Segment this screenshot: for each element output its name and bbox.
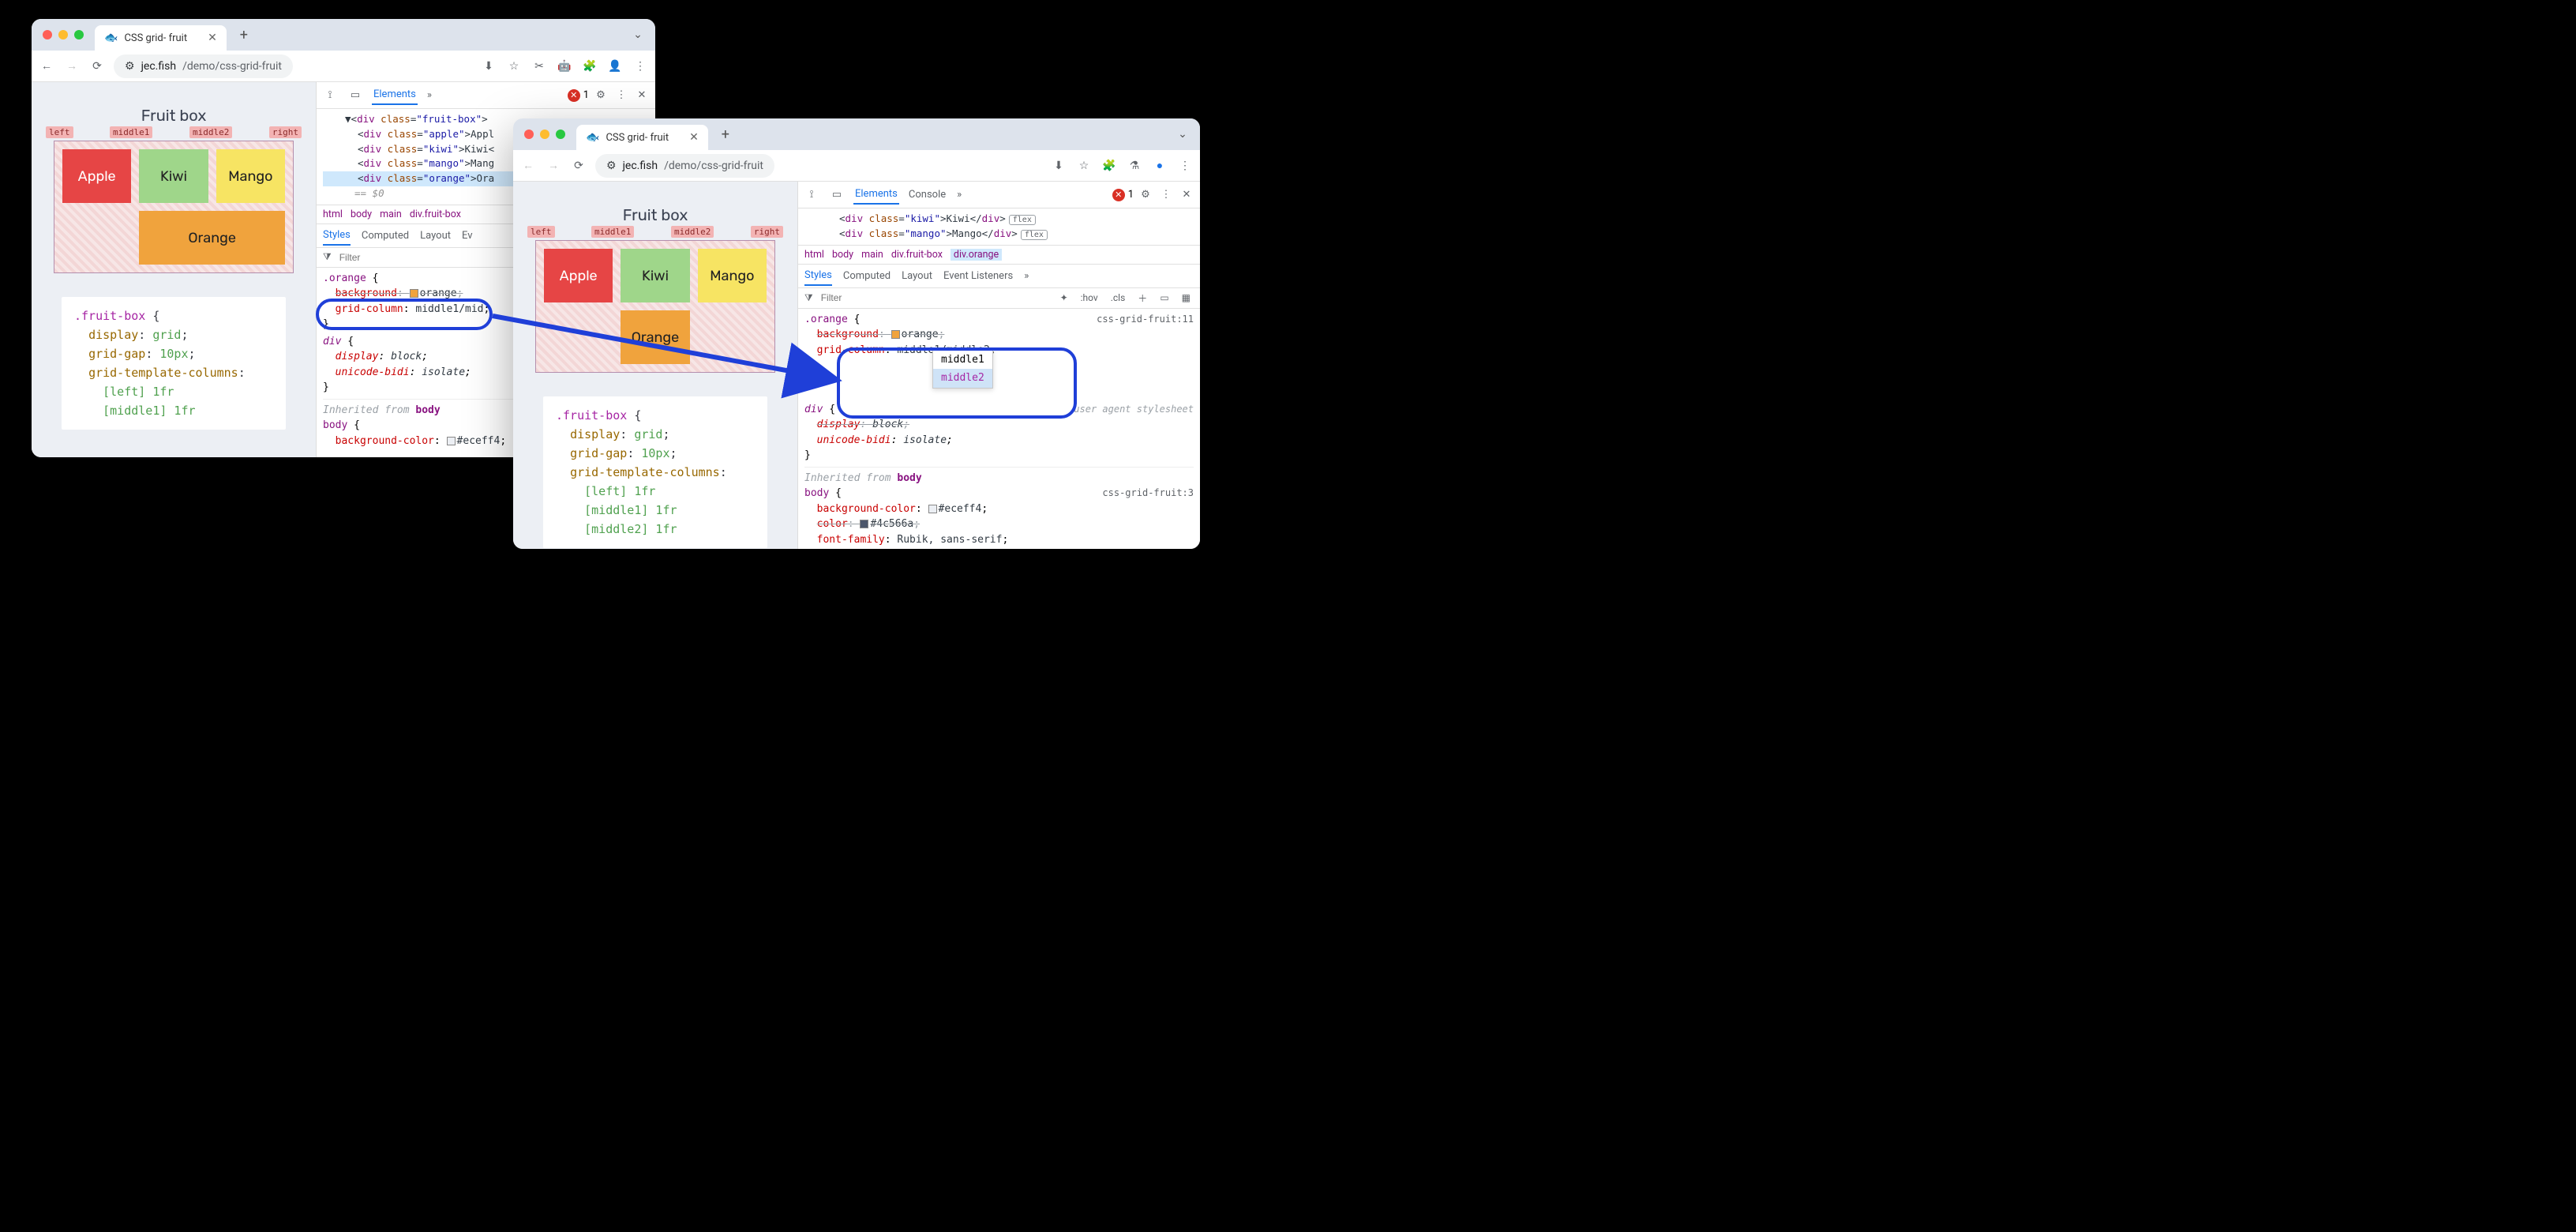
arrow-icon [0, 0, 1232, 600]
